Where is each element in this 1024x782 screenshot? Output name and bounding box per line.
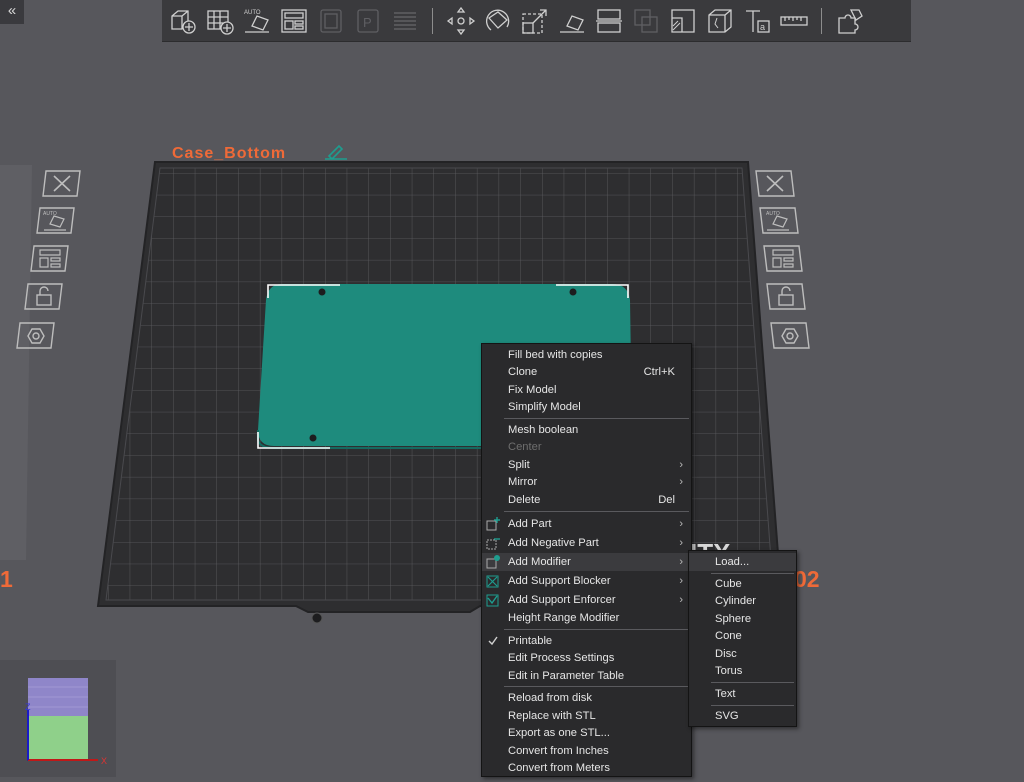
menu-separator (504, 418, 689, 419)
support-blocker-icon (486, 575, 499, 588)
plate-settings-icon[interactable] (768, 321, 812, 350)
delete-plate-icon[interactable] (753, 169, 797, 198)
submenu-sphere[interactable]: Sphere (689, 610, 796, 628)
menu-convert-from-inches[interactable]: Convert from Inches (482, 742, 691, 760)
check-icon (488, 636, 498, 646)
edit-plate-name-icon[interactable] (323, 142, 349, 160)
submenu-cube[interactable]: Cube (689, 575, 796, 593)
submenu-cone[interactable]: Cone (689, 627, 796, 645)
menu-height-range-modifier[interactable]: Height Range Modifier (482, 609, 691, 627)
menu-export-as-one-stl[interactable]: Export as one STL... (482, 724, 691, 742)
delete-plate-icon[interactable] (40, 169, 84, 198)
auto-orient-plate-icon[interactable]: AUTO (757, 206, 801, 235)
submenu-disc[interactable]: Disc (689, 645, 796, 663)
arrange-plate-icon[interactable] (761, 244, 805, 273)
plate-hole (311, 612, 323, 624)
add-modifier-submenu: Load... Cube Cylinder Sphere Cone Disc T… (688, 550, 797, 727)
plate-settings-icon[interactable] (14, 321, 58, 350)
menu-separator (504, 686, 689, 687)
submenu-text[interactable]: Text (689, 685, 796, 703)
submenu-arrow-icon: › (679, 537, 683, 549)
menu-separator (711, 682, 794, 683)
menu-separator (504, 511, 689, 512)
menu-separator (711, 573, 794, 574)
menu-separator (711, 705, 794, 706)
lock-plate-icon[interactable] (22, 282, 66, 311)
submenu-arrow-icon: › (679, 476, 683, 488)
menu-add-part[interactable]: Add Part › (482, 515, 691, 533)
menu-fix-model[interactable]: Fix Model (482, 381, 691, 399)
menu-delete[interactable]: Delete Del (482, 491, 691, 509)
menu-add-support-blocker[interactable]: Add Support Blocker › (482, 572, 691, 590)
menu-split[interactable]: Split › (482, 456, 691, 474)
gizmo-x-label: X (101, 756, 107, 766)
view-cube-gizmo[interactable]: Z X (0, 660, 116, 777)
menu-mirror[interactable]: Mirror › (482, 473, 691, 491)
plate-number-right: 02 (794, 566, 820, 592)
shortcut-clone: Ctrl+K (643, 366, 675, 378)
menu-add-negative-part[interactable]: Add Negative Part › (482, 534, 691, 552)
submenu-load[interactable]: Load... (689, 553, 796, 571)
submenu-arrow-icon: › (679, 594, 683, 606)
support-enforcer-icon (486, 594, 499, 607)
menu-edit-parameter-table[interactable]: Edit in Parameter Table (482, 667, 691, 685)
negative-part-icon (486, 538, 500, 550)
shortcut-delete: Del (658, 494, 675, 506)
lock-plate-icon[interactable] (764, 282, 808, 311)
menu-center[interactable]: Center (482, 438, 691, 456)
object-context-menu: Fill bed with copies Clone Ctrl+K Fix Mod… (481, 343, 692, 777)
menu-add-support-enforcer[interactable]: Add Support Enforcer › (482, 591, 691, 609)
menu-separator (504, 629, 689, 630)
plate-number-left: 1 (0, 566, 13, 592)
submenu-svg[interactable]: SVG (689, 707, 796, 725)
modifier-icon (486, 555, 500, 569)
menu-simplify-model[interactable]: Simplify Model (482, 398, 691, 416)
menu-mesh-boolean[interactable]: Mesh boolean (482, 421, 691, 439)
menu-convert-from-meters[interactable]: Convert from Meters (482, 759, 691, 777)
submenu-arrow-icon: › (679, 575, 683, 587)
menu-add-modifier[interactable]: Add Modifier › (482, 553, 691, 571)
add-part-icon (486, 517, 500, 531)
menu-edit-process-settings[interactable]: Edit Process Settings (482, 649, 691, 667)
submenu-arrow-icon: › (679, 459, 683, 471)
menu-clone[interactable]: Clone Ctrl+K (482, 363, 691, 381)
menu-printable[interactable]: Printable (482, 632, 691, 650)
menu-fill-bed[interactable]: Fill bed with copies (482, 346, 691, 364)
submenu-arrow-icon: › (679, 556, 683, 568)
submenu-torus[interactable]: Torus (689, 662, 796, 680)
menu-replace-with-stl[interactable]: Replace with STL (482, 707, 691, 725)
auto-orient-plate-icon[interactable]: AUTO (34, 206, 78, 235)
submenu-arrow-icon: › (679, 518, 683, 530)
gizmo-z-label: Z (25, 702, 31, 712)
submenu-cylinder[interactable]: Cylinder (689, 592, 796, 610)
plate-name-label[interactable]: Case_Bottom (172, 145, 286, 163)
arrange-plate-icon[interactable] (28, 244, 72, 273)
menu-reload-from-disk[interactable]: Reload from disk (482, 689, 691, 707)
